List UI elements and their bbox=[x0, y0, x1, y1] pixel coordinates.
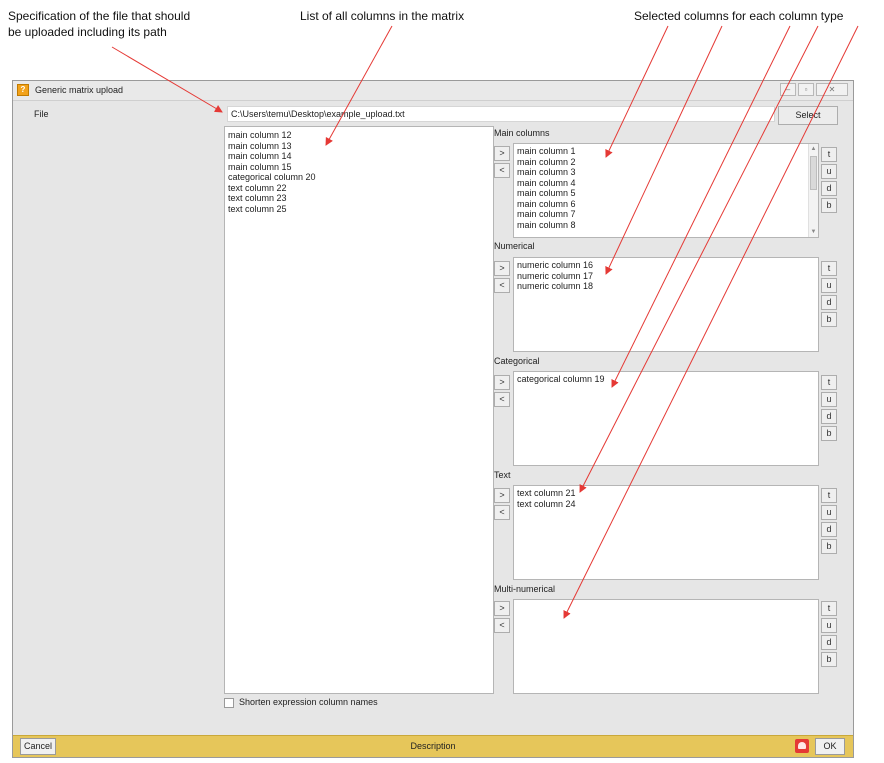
list-item[interactable]: categorical column 19 bbox=[517, 374, 815, 385]
remove-main-button[interactable]: < bbox=[494, 163, 510, 178]
list-item[interactable]: main column 12 bbox=[228, 130, 490, 141]
move-bottom-multi-numerical-button[interactable]: b bbox=[821, 652, 837, 667]
list-item[interactable]: text column 21 bbox=[517, 488, 815, 499]
all-columns-list[interactable]: main column 12 main column 13 main colum… bbox=[224, 126, 494, 694]
move-down-numerical-button[interactable]: d bbox=[821, 295, 837, 310]
list-item[interactable]: main column 15 bbox=[228, 162, 490, 173]
list-item[interactable]: numeric column 16 bbox=[517, 260, 815, 271]
annotation-all-columns: List of all columns in the matrix bbox=[300, 9, 465, 23]
move-down-multi-numerical-button[interactable]: d bbox=[821, 635, 837, 650]
main-columns-list[interactable]: main column 1 main column 2 main column … bbox=[513, 143, 819, 238]
move-top-numerical-button[interactable]: t bbox=[821, 261, 837, 276]
remove-multi-numerical-button[interactable]: < bbox=[494, 618, 510, 633]
list-item[interactable]: main column 4 bbox=[517, 178, 815, 189]
list-item[interactable]: main column 13 bbox=[228, 141, 490, 152]
add-multi-numerical-button[interactable]: > bbox=[494, 601, 510, 616]
close-button[interactable]: ✕ bbox=[816, 83, 848, 96]
list-item[interactable]: main column 2 bbox=[517, 157, 815, 168]
list-item[interactable]: text column 24 bbox=[517, 499, 815, 510]
move-up-categorical-button[interactable]: u bbox=[821, 392, 837, 407]
list-item[interactable]: text column 22 bbox=[228, 183, 490, 194]
shorten-names-checkbox[interactable] bbox=[224, 698, 234, 708]
list-item[interactable]: main column 7 bbox=[517, 209, 815, 220]
list-item[interactable]: main column 1 bbox=[517, 146, 815, 157]
move-up-multi-numerical-button[interactable]: u bbox=[821, 618, 837, 633]
cancel-button[interactable]: Cancel bbox=[20, 738, 56, 755]
scroll-thumb[interactable] bbox=[810, 156, 817, 190]
ok-button[interactable]: OK bbox=[815, 738, 845, 755]
move-bottom-text-button[interactable]: b bbox=[821, 539, 837, 554]
list-item[interactable]: main column 6 bbox=[517, 199, 815, 210]
window-title: Generic matrix upload bbox=[35, 85, 124, 95]
shorten-names-label: Shorten expression column names bbox=[239, 697, 378, 707]
move-up-numerical-button[interactable]: u bbox=[821, 278, 837, 293]
footer-bar: Description Cancel OK bbox=[13, 735, 853, 757]
list-item[interactable]: categorical column 20 bbox=[228, 172, 490, 183]
file-path-input[interactable]: C:\Users\temu\Desktop\example_upload.txt bbox=[227, 106, 775, 122]
remove-categorical-button[interactable]: < bbox=[494, 392, 510, 407]
file-label: File bbox=[34, 109, 49, 119]
move-top-multi-numerical-button[interactable]: t bbox=[821, 601, 837, 616]
list-item[interactable]: main column 3 bbox=[517, 167, 815, 178]
add-main-button[interactable]: > bbox=[494, 146, 510, 161]
scroll-down-icon[interactable]: ▼ bbox=[809, 227, 818, 237]
list-item[interactable]: numeric column 18 bbox=[517, 281, 815, 292]
group-label-numerical: Numerical bbox=[494, 241, 535, 251]
annotation-selected-columns: Selected columns for each column type bbox=[634, 9, 844, 23]
group-label-text: Text bbox=[494, 470, 511, 480]
numerical-list[interactable]: numeric column 16 numeric column 17 nume… bbox=[513, 257, 819, 352]
title-bar: ? Generic matrix upload – ▫ ✕ bbox=[13, 81, 853, 101]
generic-matrix-upload-window: ? Generic matrix upload – ▫ ✕ File C:\Us… bbox=[12, 80, 854, 758]
list-item[interactable]: main column 14 bbox=[228, 151, 490, 162]
select-file-button[interactable]: Select bbox=[778, 106, 838, 125]
scroll-up-icon[interactable]: ▲ bbox=[809, 144, 818, 154]
move-up-text-button[interactable]: u bbox=[821, 505, 837, 520]
maximize-button[interactable]: ▫ bbox=[798, 83, 814, 96]
move-bottom-numerical-button[interactable]: b bbox=[821, 312, 837, 327]
main-columns-scrollbar[interactable]: ▲ ▼ bbox=[808, 144, 818, 237]
move-top-text-button[interactable]: t bbox=[821, 488, 837, 503]
move-top-main-button[interactable]: t bbox=[821, 147, 837, 162]
group-label-multi-numerical: Multi-numerical bbox=[494, 584, 556, 594]
move-top-categorical-button[interactable]: t bbox=[821, 375, 837, 390]
app-logo-icon: ? bbox=[17, 84, 29, 96]
list-item[interactable]: main column 5 bbox=[517, 188, 815, 199]
description-text: Description bbox=[410, 741, 456, 751]
add-numerical-button[interactable]: > bbox=[494, 261, 510, 276]
add-text-button[interactable]: > bbox=[494, 488, 510, 503]
move-bottom-main-button[interactable]: b bbox=[821, 198, 837, 213]
list-item[interactable]: main column 8 bbox=[517, 220, 815, 231]
list-item[interactable]: text column 25 bbox=[228, 204, 490, 215]
group-label-categorical: Categorical bbox=[494, 356, 540, 366]
multi-numerical-list[interactable] bbox=[513, 599, 819, 694]
move-down-text-button[interactable]: d bbox=[821, 522, 837, 537]
categorical-list[interactable]: categorical column 19 bbox=[513, 371, 819, 466]
minimize-button[interactable]: – bbox=[780, 83, 796, 96]
group-label-main-columns: Main columns bbox=[494, 128, 550, 138]
move-down-main-button[interactable]: d bbox=[821, 181, 837, 196]
move-bottom-categorical-button[interactable]: b bbox=[821, 426, 837, 441]
list-item[interactable]: text column 23 bbox=[228, 193, 490, 204]
text-list[interactable]: text column 21 text column 24 bbox=[513, 485, 819, 580]
list-item[interactable]: numeric column 17 bbox=[517, 271, 815, 282]
move-down-categorical-button[interactable]: d bbox=[821, 409, 837, 424]
alert-icon[interactable] bbox=[795, 739, 809, 753]
remove-numerical-button[interactable]: < bbox=[494, 278, 510, 293]
remove-text-button[interactable]: < bbox=[494, 505, 510, 520]
annotation-file-spec: Specification of the file that should be… bbox=[8, 9, 191, 39]
move-up-main-button[interactable]: u bbox=[821, 164, 837, 179]
add-categorical-button[interactable]: > bbox=[494, 375, 510, 390]
